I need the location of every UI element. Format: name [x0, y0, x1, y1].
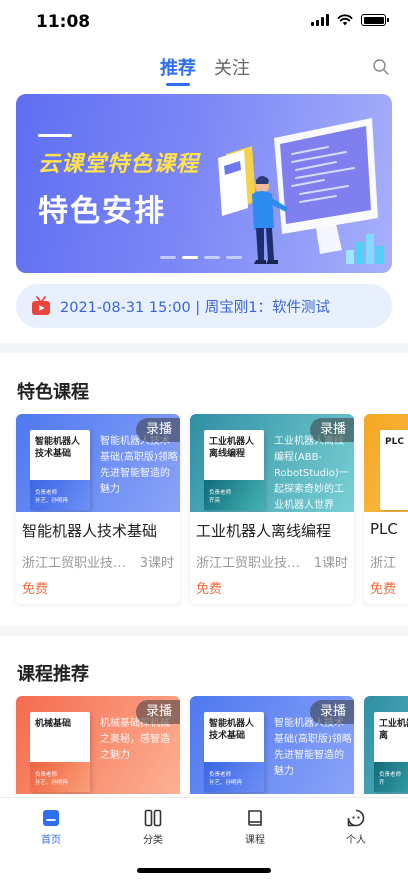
banner-subtitle: 云课堂特色课程 — [38, 152, 200, 177]
course-name: 工业机器人离线编程 — [196, 522, 332, 540]
tabbar-item-category[interactable]: 分类 — [123, 808, 183, 846]
status-bar: 11:08 — [0, 0, 408, 44]
course-school: 浙江 — [370, 556, 397, 571]
book-meta: 负责老师 孙艺、孙明冉 — [209, 772, 243, 786]
tabbar-item-home[interactable]: 首页 — [21, 808, 81, 846]
book-cover: 工业机器人离 负责老师 齐 — [374, 712, 408, 792]
recommend-course-row: 机械基础 负责老师 孙艺、孙明冉 机械基础探机械之奥秘，感智造之魅力 录播 智能… — [0, 696, 408, 797]
wifi-icon — [337, 14, 353, 26]
banner-title: 特色安排 — [38, 194, 166, 229]
course-school: 浙江工贸职业技术学院 — [22, 556, 134, 571]
tabbar-label: 课程 — [245, 835, 265, 846]
course-card[interactable]: 智能机器人技术基础 负责老师 孙艺、孙明冉 智能机器人技术基础(高职版)领略先进… — [190, 696, 354, 797]
tabbar-item-profile[interactable]: 个人 — [326, 808, 386, 846]
course-hours: 1课时 — [313, 556, 348, 571]
recorded-badge: 录播 — [135, 700, 180, 724]
course-card[interactable]: 机械基础 负责老师 孙艺、孙明冉 机械基础探机械之奥秘，感智造之魅力 录播 — [16, 696, 180, 797]
course-price: 免费 — [196, 582, 223, 597]
recorded-badge: 录播 — [135, 418, 180, 442]
course-price: 免费 — [370, 582, 397, 597]
course-hours: 3课时 — [139, 556, 174, 571]
featured-section-title: 特色课程 — [17, 382, 89, 403]
course-name: PLC — [370, 520, 398, 538]
course-school: 浙江工贸职业技术学院 — [196, 556, 308, 571]
book-title: 智能机器人技术基础 — [35, 437, 81, 459]
book-title: 机械基础 — [35, 719, 72, 729]
banner-dash — [38, 134, 72, 137]
course-cover: 工业机器人离 负责老师 齐 — [364, 696, 408, 794]
course-cover: 智能机器人技术基础 负责老师 孙艺、孙明冉 智能机器人技术基础(高职版)领略先进… — [190, 696, 354, 794]
notice-text: 2021-08-31 15:00 | 周宝刚1：软件测试 — [60, 299, 330, 316]
course-cover: 智能机器人技术基础 负责老师 孙艺、孙明冉 智能机器人技术基础(高职版)领略先进… — [16, 414, 180, 512]
tab-recommend[interactable]: 推荐 — [160, 54, 196, 80]
section-divider — [0, 626, 408, 636]
banner-illustration — [218, 118, 384, 264]
banner-pagination — [160, 256, 242, 259]
course-card[interactable]: 智能机器人技术基础 负责老师 孙艺、孙明冉 智能机器人技术基础(高职版)领略先进… — [16, 414, 180, 604]
book-meta: 负责老师 齐 — [379, 772, 402, 786]
book-meta: 负责老师 齐亮 — [209, 490, 232, 504]
course-card[interactable]: 工业机器人离 负责老师 齐 — [364, 696, 408, 797]
book-cover: 智能机器人技术基础 负责老师 孙艺、孙明冉 — [204, 712, 264, 792]
book-cover: 智能机器人技术基础 负责老师 孙艺、孙明冉 — [30, 430, 90, 510]
book-cover: 机械基础 负责老师 孙艺、孙明冉 — [30, 712, 90, 792]
book-cover: PLC — [380, 430, 408, 510]
tab-follow[interactable]: 关注 — [214, 54, 250, 80]
course-cover: 工业机器人离线编程 负责老师 齐亮 工业机器人离线编程(ABB-RobotStu… — [190, 414, 354, 512]
cover-description: 智能机器人技术基础(高职版)领略先进智能智造的魅力 — [274, 718, 352, 777]
promo-banner[interactable]: 云课堂特色课程 特色安排 — [16, 94, 392, 273]
tabbar-item-courses[interactable]: 课程 — [225, 808, 285, 846]
banner-dot[interactable] — [204, 256, 220, 259]
battery-icon — [361, 14, 389, 26]
top-tabs: 推荐 关注 — [0, 50, 408, 90]
book-meta: 负责老师 孙艺、孙明冉 — [35, 772, 69, 786]
book-cover: 工业机器人离线编程 负责老师 齐亮 — [204, 430, 264, 510]
home-indicator — [137, 868, 271, 873]
section-divider — [0, 343, 408, 353]
status-time: 11:08 — [36, 12, 91, 32]
tabbar-label: 分类 — [143, 835, 163, 846]
course-cover: 机械基础 负责老师 孙艺、孙明冉 机械基础探机械之奥秘，感智造之魅力 录播 — [16, 696, 180, 794]
book-icon — [248, 810, 262, 826]
profile-icon — [347, 809, 365, 827]
search-icon[interactable] — [372, 58, 390, 76]
live-notice[interactable]: 2021-08-31 15:00 | 周宝刚1：软件测试 — [16, 284, 392, 328]
book-title: 工业机器人离线编程 — [209, 437, 255, 459]
category-icon — [144, 809, 162, 827]
recommend-section-title: 课程推荐 — [17, 664, 89, 685]
course-price: 免费 — [22, 582, 49, 597]
course-cover: PLC — [364, 414, 408, 512]
banner-dot[interactable] — [226, 256, 242, 259]
tab-active-indicator — [166, 83, 190, 86]
course-card[interactable]: 工业机器人离线编程 负责老师 齐亮 工业机器人离线编程(ABB-RobotStu… — [190, 414, 354, 604]
book-title: 智能机器人技术基础 — [209, 719, 255, 741]
book-title: 工业机器人离 — [379, 719, 408, 741]
banner-dot[interactable] — [160, 256, 176, 259]
tabbar-label: 个人 — [346, 835, 366, 846]
signal-icon — [311, 14, 329, 26]
course-name: 智能机器人技术基础 — [22, 522, 158, 540]
recorded-badge: 录播 — [309, 418, 354, 442]
book-title: PLC — [385, 437, 404, 447]
banner-dot-active[interactable] — [182, 256, 198, 259]
tabbar-label: 首页 — [41, 835, 61, 846]
cover-description: 智能机器人技术基础(高职版)领略先进智能智造的魅力 — [100, 436, 178, 495]
cover-description: 工业机器人离线编程(ABB-RobotStudio)一起探索奇妙的工业机器人世界… — [274, 436, 349, 511]
course-card[interactable]: PLC PLC 浙江 免费 — [364, 414, 408, 604]
status-icons — [311, 14, 389, 26]
featured-course-row: 智能机器人技术基础 负责老师 孙艺、孙明冉 智能机器人技术基础(高职版)领略先进… — [0, 414, 408, 610]
book-meta: 负责老师 孙艺、孙明冉 — [35, 490, 69, 504]
tv-live-icon — [32, 296, 50, 315]
recorded-badge: 录播 — [309, 700, 354, 724]
home-icon — [43, 810, 59, 826]
